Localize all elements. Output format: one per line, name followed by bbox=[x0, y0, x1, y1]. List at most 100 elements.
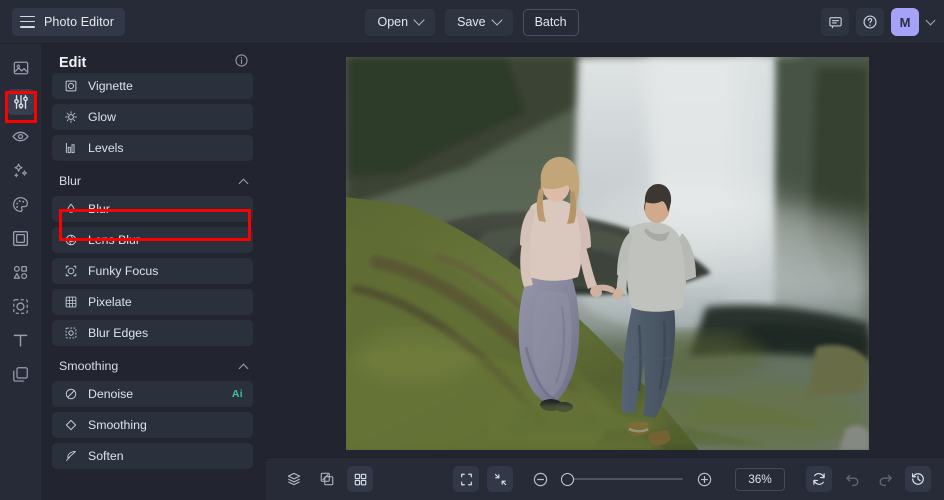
lens-blur-icon bbox=[63, 233, 79, 247]
eye-icon bbox=[11, 127, 30, 146]
open-button[interactable]: Open bbox=[365, 9, 435, 36]
fit-screen-icon bbox=[459, 472, 474, 487]
top-bar: Photo Editor Open Save Batch bbox=[0, 0, 944, 44]
list-item-soften[interactable]: Soften bbox=[52, 443, 253, 469]
help-button[interactable] bbox=[856, 8, 884, 36]
list-item-label: Glow bbox=[88, 110, 116, 124]
denoise-icon bbox=[63, 387, 79, 401]
bottom-bar-center: 36% bbox=[453, 466, 785, 492]
group-header-blur[interactable]: Blur bbox=[52, 166, 253, 196]
zoom-in-button[interactable] bbox=[691, 466, 717, 492]
edit-panel-scroll[interactable]: Vignette Glow bbox=[41, 73, 266, 491]
compare-button[interactable] bbox=[314, 466, 340, 492]
undo-icon bbox=[844, 471, 861, 488]
bottom-bar-right bbox=[806, 466, 944, 492]
top-bar-actions: Open Save Batch bbox=[0, 0, 944, 44]
help-icon bbox=[862, 14, 878, 30]
droplet-icon bbox=[63, 202, 79, 216]
history-button[interactable] bbox=[905, 466, 931, 492]
pixelate-icon bbox=[63, 295, 79, 309]
zoom-level-value[interactable]: 36% bbox=[735, 468, 785, 491]
list-item-label: Blur bbox=[88, 202, 110, 216]
rail-item-cutout[interactable] bbox=[8, 293, 34, 319]
zoom-slider-track bbox=[567, 478, 683, 480]
text-icon bbox=[11, 331, 30, 350]
undo-button[interactable] bbox=[839, 466, 865, 492]
list-item-label: Blur Edges bbox=[88, 326, 148, 340]
soften-icon bbox=[63, 449, 79, 463]
batch-button-label: Batch bbox=[535, 15, 567, 29]
list-item-label: Lens Blur bbox=[88, 233, 140, 247]
list-item-levels[interactable]: Levels bbox=[52, 135, 253, 161]
canvas-area[interactable] bbox=[266, 44, 944, 457]
zoom-out-icon bbox=[532, 471, 549, 488]
open-button-label: Open bbox=[377, 15, 408, 29]
feedback-icon bbox=[828, 15, 843, 30]
rail-item-layers[interactable] bbox=[8, 361, 34, 387]
app-title: Photo Editor bbox=[44, 15, 114, 29]
page-title: Edit bbox=[59, 55, 86, 71]
batch-button[interactable]: Batch bbox=[523, 9, 579, 36]
zoom-slider[interactable] bbox=[561, 472, 683, 486]
list-item-funky-focus[interactable]: Funky Focus bbox=[52, 258, 253, 284]
shrink-button[interactable] bbox=[487, 466, 513, 492]
chevron-down-icon bbox=[491, 14, 502, 25]
list-item-smoothing[interactable]: Smoothing bbox=[52, 412, 253, 438]
info-button[interactable] bbox=[234, 53, 249, 73]
zoom-in-icon bbox=[696, 471, 713, 488]
layers-stack-button[interactable] bbox=[281, 466, 307, 492]
reset-button[interactable] bbox=[806, 466, 832, 492]
save-button[interactable]: Save bbox=[445, 9, 513, 36]
zoom-out-button[interactable] bbox=[527, 466, 553, 492]
photo-canvas[interactable] bbox=[346, 57, 869, 450]
info-icon bbox=[234, 53, 249, 68]
rail-item-adjust[interactable] bbox=[8, 89, 34, 115]
group-label: Blur bbox=[59, 174, 81, 188]
zoom-slider-thumb[interactable] bbox=[561, 473, 574, 486]
glow-icon bbox=[63, 110, 79, 124]
rail-item-shapes[interactable] bbox=[8, 259, 34, 285]
rail-item-retouch[interactable] bbox=[8, 123, 34, 149]
list-item-label: Smoothing bbox=[88, 418, 147, 432]
history-icon bbox=[910, 471, 926, 487]
rail-item-text[interactable] bbox=[8, 327, 34, 353]
list-item-denoise[interactable]: Denoise Ai bbox=[52, 381, 253, 407]
avatar[interactable]: M bbox=[891, 8, 919, 36]
list-item-label: Soften bbox=[88, 449, 124, 463]
list-item-label: Pixelate bbox=[88, 295, 132, 309]
reset-icon bbox=[811, 471, 827, 487]
palette-icon bbox=[11, 195, 30, 214]
chevron-up-icon bbox=[239, 178, 249, 188]
redo-icon bbox=[877, 471, 894, 488]
feedback-button[interactable] bbox=[821, 8, 849, 36]
vignette-icon bbox=[63, 79, 79, 93]
list-item-pixelate[interactable]: Pixelate bbox=[52, 289, 253, 315]
shapes-icon bbox=[11, 263, 30, 282]
list-item-glow[interactable]: Glow bbox=[52, 104, 253, 130]
frame-icon bbox=[11, 229, 30, 248]
blur-edges-icon bbox=[63, 326, 79, 340]
grid-view-icon bbox=[353, 472, 368, 487]
list-item-label: Funky Focus bbox=[88, 264, 158, 278]
group-header-smoothing[interactable]: Smoothing bbox=[52, 351, 253, 381]
top-bar-right: M bbox=[821, 0, 934, 44]
list-item-vignette[interactable]: Vignette bbox=[52, 73, 253, 99]
grid-view-button[interactable] bbox=[347, 466, 373, 492]
rail-item-effects[interactable] bbox=[8, 157, 34, 183]
main-menu-button[interactable]: Photo Editor bbox=[12, 8, 125, 36]
layers-stack-icon bbox=[286, 471, 302, 487]
list-item-blur[interactable]: Blur bbox=[52, 196, 253, 222]
image-icon bbox=[12, 59, 30, 77]
shrink-icon bbox=[493, 472, 508, 487]
sparkles-icon bbox=[11, 161, 30, 180]
rail-item-color[interactable] bbox=[8, 191, 34, 217]
list-item-lens-blur[interactable]: Lens Blur bbox=[52, 227, 253, 253]
list-item-blur-edges[interactable]: Blur Edges bbox=[52, 320, 253, 346]
photo-editor-app: Photo Editor Open Save Batch bbox=[0, 0, 944, 500]
fit-screen-button[interactable] bbox=[453, 466, 479, 492]
couple-walking-waterfall-photo bbox=[346, 57, 869, 450]
rail-item-frame[interactable] bbox=[8, 225, 34, 251]
rail-item-image[interactable] bbox=[8, 55, 34, 81]
redo-button[interactable] bbox=[872, 466, 898, 492]
account-chevron-down-icon[interactable] bbox=[926, 15, 936, 25]
